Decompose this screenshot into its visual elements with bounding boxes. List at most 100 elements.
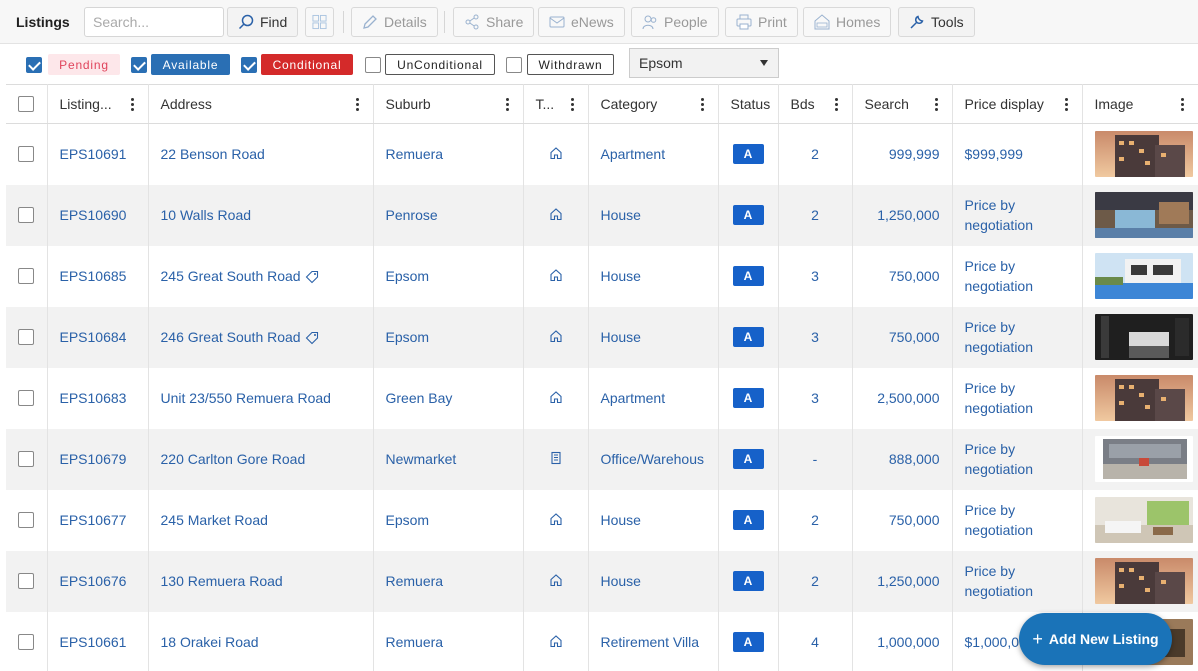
find-button[interactable]: Find (227, 7, 299, 37)
listing-id-cell[interactable]: EPS10684 (47, 306, 149, 368)
available-checkbox[interactable] (131, 57, 147, 73)
address-cell[interactable]: 22 Benson Road (148, 123, 374, 185)
address[interactable]: 245 Great South Road (161, 268, 301, 284)
conditional-filter-label[interactable]: Conditional (261, 54, 353, 75)
table-row[interactable]: EPS10685 245 Great South Road Epsom House A 3… (6, 245, 1198, 307)
listing-id[interactable]: EPS10661 (60, 634, 127, 650)
table-row[interactable]: EPS10691 22 Benson Road Remuera Apartment A 2… (6, 123, 1198, 185)
address-cell[interactable]: 245 Great South Road (148, 245, 374, 307)
address-cell[interactable]: 220 Carlton Gore Road (148, 428, 374, 490)
pending-filter-label[interactable]: Pending (48, 54, 120, 75)
listing-id[interactable]: EPS10676 (60, 573, 127, 589)
address[interactable]: Unit 23/550 Remuera Road (161, 390, 331, 406)
listing-id[interactable]: EPS10684 (60, 329, 127, 345)
address-cell[interactable]: Unit 23/550 Remuera Road (148, 367, 374, 429)
table-row[interactable]: EPS10679 220 Carlton Gore Road Newmarket Of… (6, 428, 1198, 490)
print-button[interactable]: Print (725, 7, 798, 37)
address[interactable]: 246 Great South Road (161, 329, 301, 345)
address[interactable]: 245 Market Road (161, 512, 268, 528)
listing-id-cell[interactable]: EPS10683 (47, 367, 149, 429)
address[interactable]: 10 Walls Road (161, 207, 252, 223)
image-cell[interactable] (1082, 428, 1198, 490)
address[interactable]: 18 Orakei Road (161, 634, 259, 650)
tools-button[interactable]: Tools (898, 7, 975, 37)
table-row[interactable]: EPS10683 Unit 23/550 Remuera Road Green Ba… (6, 367, 1198, 429)
unconditional-checkbox[interactable] (365, 57, 381, 73)
listing-thumbnail[interactable] (1094, 314, 1193, 360)
column-header-beds[interactable]: Bds (778, 84, 853, 124)
column-header-type[interactable]: T... (523, 84, 589, 124)
add-new-listing-button[interactable]: + Add New Listing (1019, 613, 1172, 665)
table-row[interactable]: EPS10690 10 Walls Road Penrose House A 2 1,250… (6, 184, 1198, 246)
row-checkbox[interactable] (18, 634, 35, 650)
listing-thumbnail[interactable] (1094, 192, 1193, 238)
column-header-price-display[interactable]: Price display (952, 84, 1083, 124)
listing-thumbnail[interactable] (1094, 497, 1193, 543)
listing-id[interactable]: EPS10683 (60, 390, 127, 406)
search-input[interactable] (84, 7, 224, 37)
listing-id-cell[interactable]: EPS10685 (47, 245, 149, 307)
listing-id-cell[interactable]: EPS10677 (47, 489, 149, 551)
row-checkbox[interactable] (18, 268, 35, 284)
listing-id[interactable]: EPS10679 (60, 451, 127, 467)
column-header-search[interactable]: Search (852, 84, 953, 124)
listing-thumbnail[interactable] (1094, 436, 1193, 482)
column-menu-icon[interactable] (130, 98, 134, 111)
available-filter-label[interactable]: Available (151, 54, 230, 75)
row-checkbox[interactable] (18, 573, 35, 589)
conditional-checkbox[interactable] (241, 57, 257, 73)
image-cell[interactable] (1082, 550, 1198, 612)
column-header-category[interactable]: Category (588, 84, 719, 124)
address-cell[interactable]: 245 Market Road (148, 489, 374, 551)
listing-id[interactable]: EPS10677 (60, 512, 127, 528)
listing-id[interactable]: EPS10685 (60, 268, 127, 284)
withdrawn-checkbox[interactable] (506, 57, 522, 73)
column-menu-icon[interactable] (834, 98, 838, 111)
image-cell[interactable] (1082, 489, 1198, 551)
table-row[interactable]: EPS10676 130 Remuera Road Remuera House A 2 1,… (6, 550, 1198, 612)
image-cell[interactable] (1082, 184, 1198, 246)
listing-id[interactable]: EPS10691 (60, 146, 127, 162)
address[interactable]: 22 Benson Road (161, 146, 265, 162)
column-header-address[interactable]: Address (148, 84, 374, 124)
row-checkbox[interactable] (18, 146, 35, 163)
column-menu-icon[interactable] (355, 98, 359, 111)
homes-button[interactable]: Homes (803, 7, 892, 37)
column-header-status[interactable]: Status (718, 84, 779, 124)
address-cell[interactable]: 18 Orakei Road (148, 611, 374, 671)
row-checkbox[interactable] (18, 512, 35, 528)
listing-thumbnail[interactable] (1094, 253, 1193, 299)
listing-id-cell[interactable]: EPS10679 (47, 428, 149, 490)
column-header-listing[interactable]: Listing... (47, 84, 149, 124)
column-menu-icon[interactable] (570, 98, 574, 111)
column-menu-icon[interactable] (934, 98, 938, 111)
listing-id-cell[interactable]: EPS10661 (47, 611, 149, 671)
column-menu-icon[interactable] (1180, 98, 1184, 111)
listing-thumbnail[interactable] (1094, 558, 1193, 604)
image-cell[interactable] (1082, 245, 1198, 307)
address-cell[interactable]: 10 Walls Road (148, 184, 374, 246)
column-menu-icon[interactable] (1064, 98, 1068, 111)
enews-button[interactable]: eNews (538, 7, 625, 37)
column-menu-icon[interactable] (505, 98, 509, 111)
address[interactable]: 220 Carlton Gore Road (161, 451, 306, 467)
listing-id-cell[interactable]: EPS10676 (47, 550, 149, 612)
listing-id-cell[interactable]: EPS10690 (47, 184, 149, 246)
details-button[interactable]: Details (351, 7, 438, 37)
column-header-suburb[interactable]: Suburb (373, 84, 524, 124)
address-cell[interactable]: 130 Remuera Road (148, 550, 374, 612)
select-all-checkbox[interactable] (18, 96, 35, 112)
withdrawn-filter-label[interactable]: Withdrawn (527, 54, 614, 75)
row-checkbox[interactable] (18, 329, 35, 345)
pending-checkbox[interactable] (26, 57, 42, 73)
grid-view-button[interactable] (305, 7, 334, 37)
share-button[interactable]: Share (453, 7, 535, 37)
address[interactable]: 130 Remuera Road (161, 573, 283, 589)
column-menu-icon[interactable] (700, 98, 704, 111)
image-cell[interactable] (1082, 306, 1198, 368)
image-cell[interactable] (1082, 123, 1198, 185)
listing-thumbnail[interactable] (1094, 131, 1193, 178)
address-cell[interactable]: 246 Great South Road (148, 306, 374, 368)
listing-thumbnail[interactable] (1094, 375, 1193, 421)
unconditional-filter-label[interactable]: UnConditional (385, 54, 495, 75)
